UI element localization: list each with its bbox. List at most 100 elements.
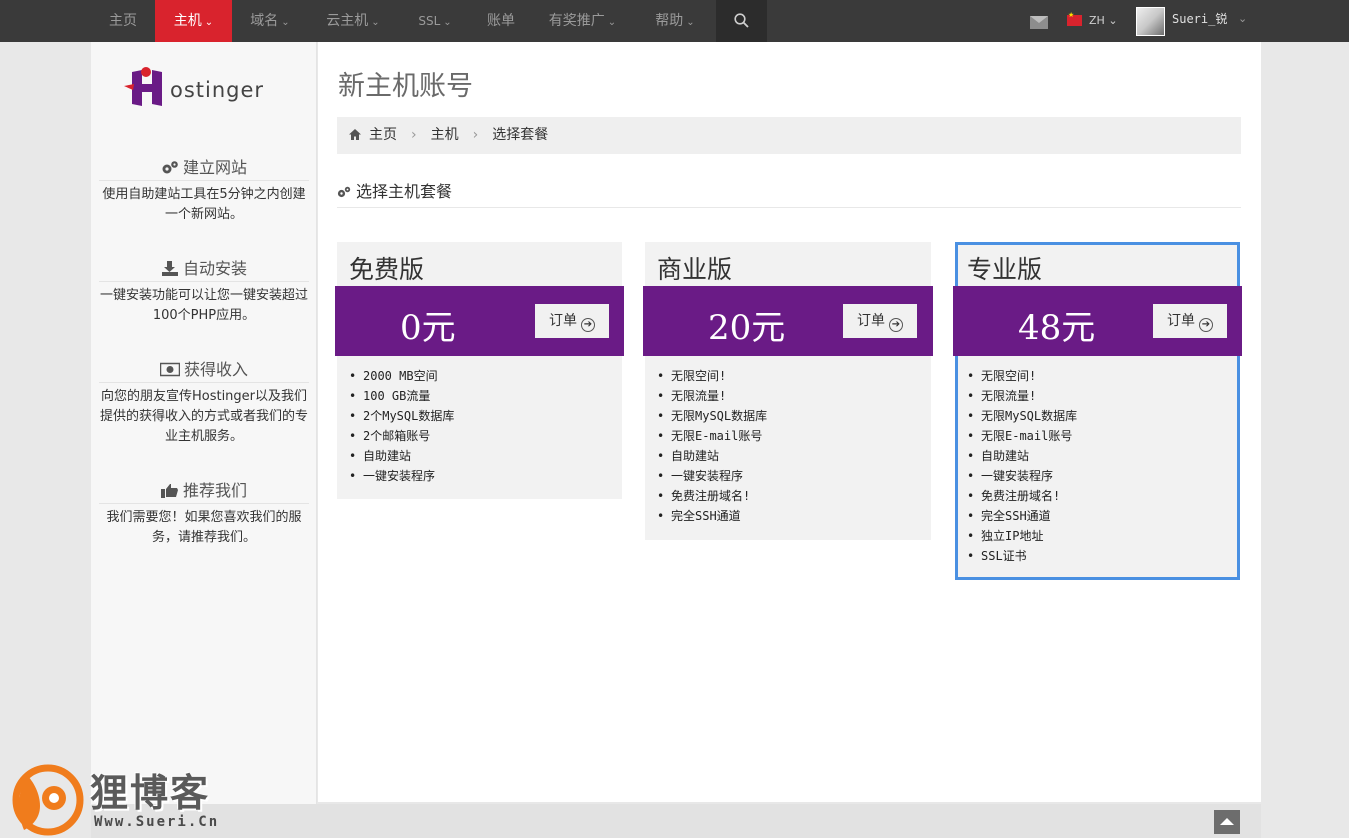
sidebar-section-desc: 我们需要您！如果您喜欢我们的服务，请推荐我们。: [106, 510, 302, 545]
search-icon: [734, 13, 749, 28]
list-item: 自助建站: [967, 446, 1077, 466]
list-item: 无限E-mail账号: [657, 426, 767, 446]
order-button[interactable]: 订单 ➔: [535, 304, 609, 338]
sidebar-section-desc: 使用自助建站工具在5分钟之内创建一个新网站。: [102, 187, 306, 222]
nav-item-home[interactable]: 主页: [92, 0, 154, 42]
sidebar-section-title[interactable]: 获得收入: [99, 357, 309, 383]
list-item: 自助建站: [657, 446, 767, 466]
plan-price: 0元: [400, 308, 456, 348]
list-item: 完全SSH通道: [657, 506, 767, 526]
arrow-circle-right-icon: ➔: [889, 318, 903, 332]
main-content: 新主机账号 主页 › 主机 › 选择套餐 选择主机套餐 免费版 0元 订单➔ 2000 …: [318, 42, 1261, 802]
nav-item-hosting[interactable]: 主机 ⌄: [155, 0, 232, 48]
plan-card-pro: 专业版 48元 订单➔ 无限空间! 无限流量! 无限MySQL数据库 无限E-m…: [953, 242, 1242, 580]
sidebar-section-title[interactable]: 推荐我们: [99, 478, 309, 504]
plan-name: 免费版: [349, 255, 425, 284]
list-item: 无限流量!: [657, 386, 767, 406]
chevron-down-icon: ⌄: [443, 17, 452, 28]
sidebar-section-desc: 一键安装功能可以让您一键安装超过100个PHP应用。: [99, 288, 308, 323]
chevron-down-icon: ⌄: [607, 17, 617, 28]
nav-item-ssl[interactable]: SSL ⌄: [398, 0, 472, 42]
nav-item-billing[interactable]: 账单: [472, 0, 530, 42]
list-item: 免费注册域名!: [657, 486, 767, 506]
watermark-title: 狸博客: [90, 771, 211, 815]
arrow-circle-right-icon: ➔: [581, 318, 595, 332]
plan-features: 无限空间! 无限流量! 无限MySQL数据库 无限E-mail账号 自助建站 一…: [967, 366, 1077, 566]
nav-item-cloud[interactable]: 云主机 ⌄: [308, 0, 398, 42]
breadcrumb: 主页 › 主机 › 选择套餐: [337, 117, 1241, 154]
list-item: SSL证书: [967, 546, 1077, 566]
list-item: 2000 MB空间: [349, 366, 454, 386]
list-item: 无限E-mail账号: [967, 426, 1077, 446]
plan-features: 2000 MB空间 100 GB流量 2个MySQL数据库 2个邮箱账号 自助建…: [349, 366, 454, 486]
plan-price-band: 48元 订单 ➔: [953, 286, 1242, 356]
list-item: 无限MySQL数据库: [967, 406, 1077, 426]
nav-item-help[interactable]: 帮助 ⌄: [635, 0, 715, 42]
fox-logo-icon: [12, 764, 84, 836]
money-icon: [159, 362, 181, 377]
nav-item-referral[interactable]: 有奖推广 ⌄: [530, 0, 635, 42]
list-item: 无限空间!: [657, 366, 767, 386]
list-item: 独立IP地址: [967, 526, 1077, 546]
order-button[interactable]: 订单 ➔: [1153, 304, 1227, 338]
list-item: 一键安装程序: [967, 466, 1077, 486]
watermark-url: Www.Sueri.Cn: [94, 814, 220, 830]
list-item: 2个MySQL数据库: [349, 406, 454, 426]
logo-mark-icon: [124, 67, 162, 106]
chevron-down-icon[interactable]: ⌄: [1238, 0, 1247, 42]
list-item: 无限空间!: [967, 366, 1077, 386]
plan-price-band: 20元 订单 ➔: [643, 286, 933, 356]
scroll-to-top-button[interactable]: [1214, 810, 1240, 834]
sidebar-section-title[interactable]: 建立网站: [99, 155, 309, 181]
sidebar-section-build-site: 建立网站 使用自助建站工具在5分钟之内创建一个新网站。: [99, 155, 309, 225]
breadcrumb-separator: ›: [411, 127, 417, 143]
username-label[interactable]: Sueri_锐: [1172, 0, 1227, 42]
arrow-circle-right-icon: ➔: [1199, 318, 1213, 332]
sidebar-section-auto-install: 自动安装 一键安装功能可以让您一键安装超过100个PHP应用。: [99, 256, 309, 326]
top-navigation-bar: 主页 主机⌄ 域名⌄ 云主机⌄ SSL⌄ 账单 有奖推广⌄ 帮助⌄ ZH ⌄ S…: [0, 0, 1349, 48]
plan-price: 20元: [708, 308, 786, 348]
sidebar-section-title[interactable]: 自动安装: [99, 256, 309, 282]
sidebar: ostinger 建立网站 使用自助建站工具在5分钟之内创建一个新网站。 自动安…: [91, 42, 317, 804]
list-item: 一键安装程序: [349, 466, 454, 486]
hostinger-logo[interactable]: ostinger: [124, 64, 284, 114]
home-icon: [349, 129, 361, 140]
search-button[interactable]: [716, 0, 767, 42]
page-title: 新主机账号: [338, 71, 473, 102]
cogs-icon: [337, 186, 351, 198]
list-item: 自助建站: [349, 446, 454, 466]
breadcrumb-hosting[interactable]: 主机: [431, 127, 459, 143]
sidebar-section-earn: 获得收入 向您的朋友宣传Hostinger以及我们提供的获得收入的方式或者我们的…: [99, 357, 309, 447]
list-item: 100 GB流量: [349, 386, 454, 406]
plan-card-business: 商业版 20元 订单➔ 无限空间! 无限流量! 无限MySQL数据库 无限E-m…: [643, 242, 933, 540]
order-button[interactable]: 订单 ➔: [843, 304, 917, 338]
plan-name: 专业版: [967, 255, 1043, 284]
avatar[interactable]: [1136, 7, 1165, 36]
cogs-icon: [162, 161, 178, 174]
chevron-down-icon: ⌄: [204, 17, 214, 28]
breadcrumb-separator: ›: [472, 127, 479, 143]
list-item: 完全SSH通道: [967, 506, 1077, 526]
list-item: 一键安装程序: [657, 466, 767, 486]
plan-card-free: 免费版 0元 订单➔ 2000 MB空间 100 GB流量 2个MySQL数据库…: [335, 242, 624, 499]
chevron-down-icon: ⌄: [686, 17, 695, 28]
breadcrumb-current: 选择套餐: [492, 127, 549, 143]
plan-name: 商业版: [657, 255, 733, 284]
download-icon: [161, 261, 178, 276]
language-selector[interactable]: ZH ⌄: [1089, 0, 1118, 42]
sidebar-section-desc: 向您的朋友宣传Hostinger以及我们提供的获得收入的方式或者我们的专业主机服…: [99, 389, 308, 444]
china-flag-icon[interactable]: [1067, 11, 1082, 26]
list-item: 无限MySQL数据库: [657, 406, 767, 426]
thumbs-up-icon: [160, 484, 178, 498]
plan-features: 无限空间! 无限流量! 无限MySQL数据库 无限E-mail账号 自助建站 一…: [657, 366, 767, 526]
list-item: 无限流量!: [967, 386, 1077, 406]
logo-text: ostinger: [170, 78, 265, 102]
chevron-down-icon: ⌄: [281, 17, 290, 28]
sidebar-section-recommend: 推荐我们 我们需要您！如果您喜欢我们的服务，请推荐我们。: [99, 478, 309, 548]
breadcrumb-home[interactable]: 主页: [369, 127, 397, 143]
nav-item-domains[interactable]: 域名 ⌄: [232, 0, 308, 42]
section-heading-text: 选择主机套餐: [356, 182, 453, 201]
section-heading: 选择主机套餐: [337, 178, 1241, 208]
plan-price: 48元: [1018, 308, 1096, 348]
mail-icon[interactable]: [1030, 16, 1048, 29]
